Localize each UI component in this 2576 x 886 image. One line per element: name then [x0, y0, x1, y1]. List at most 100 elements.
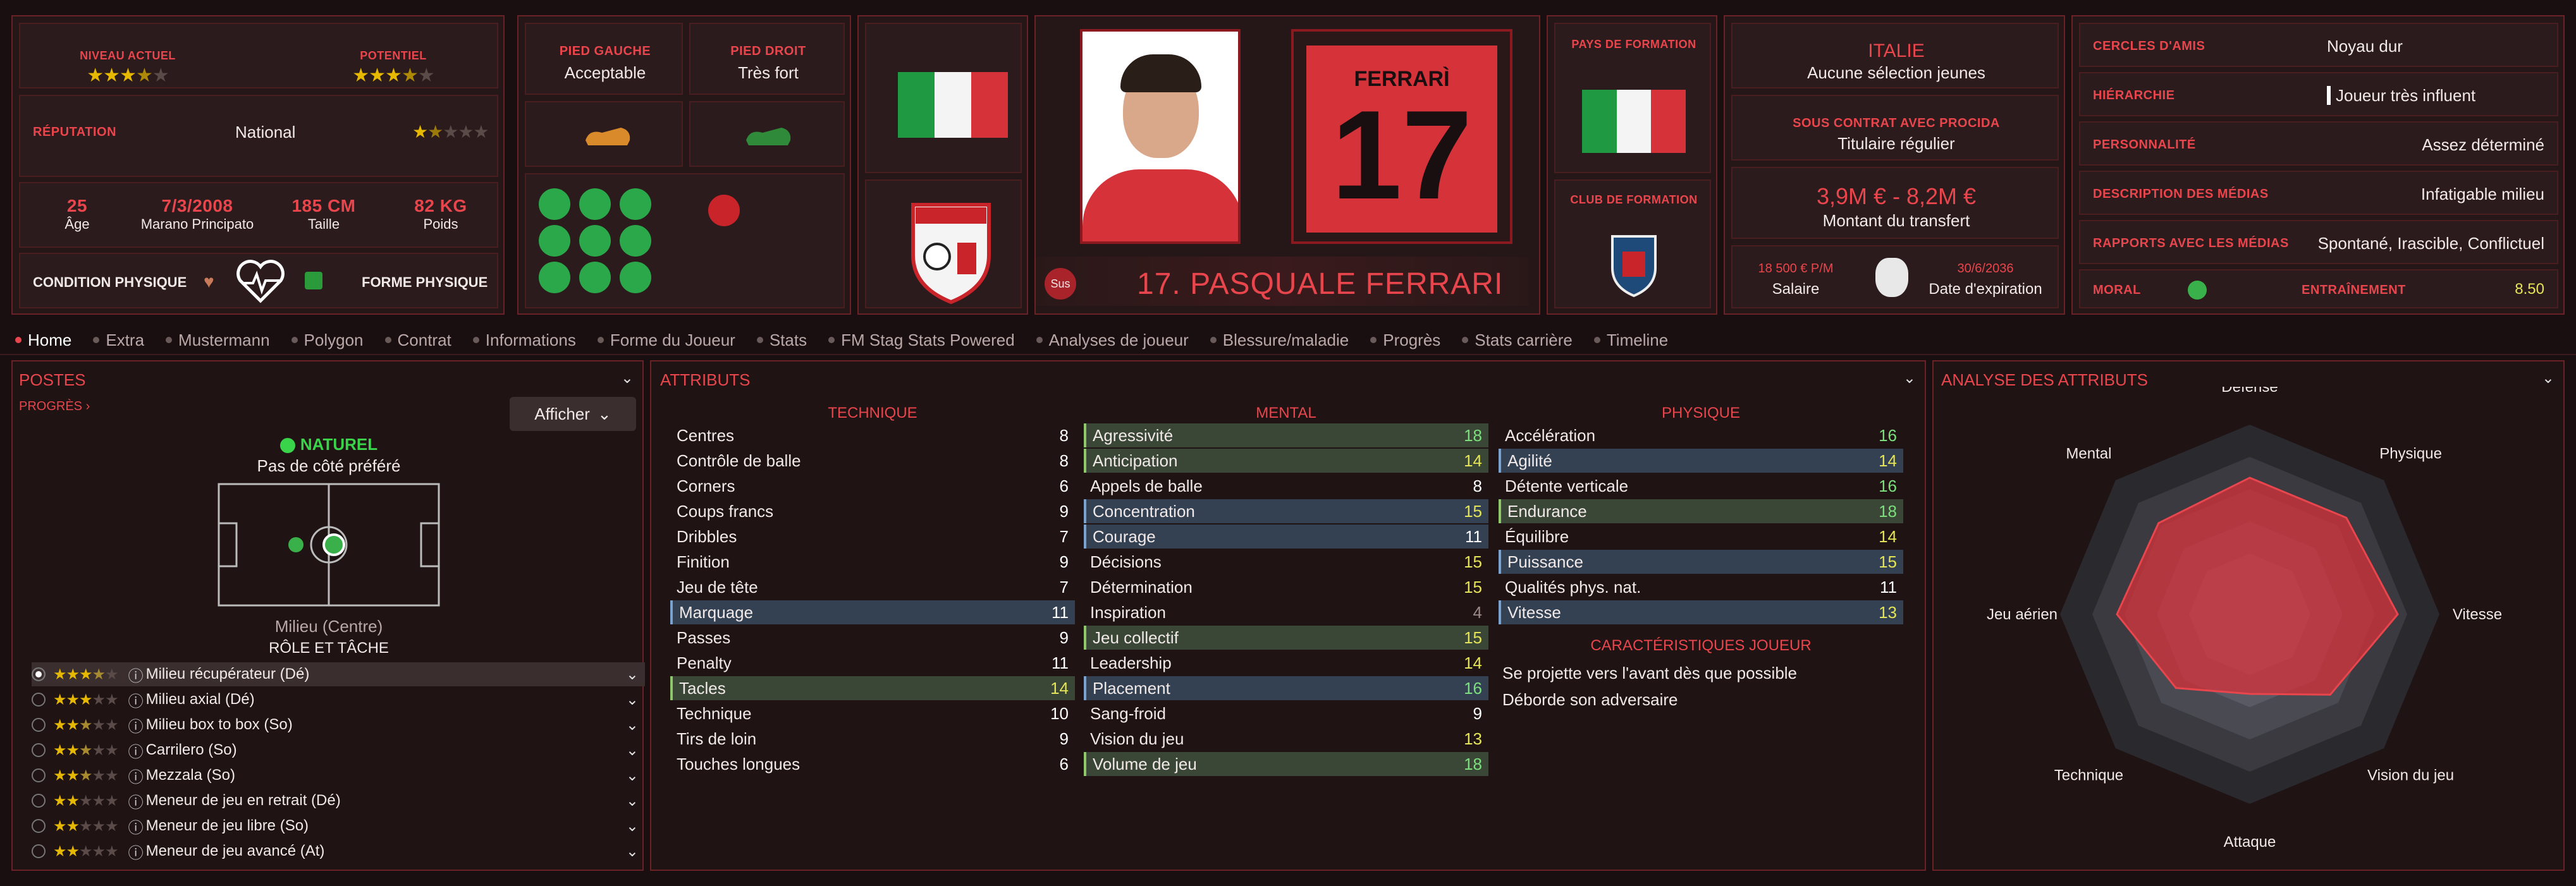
- role-row[interactable]: ★★★★★ ⓘ Milieu axial (Dé) ⌄: [32, 688, 645, 712]
- tab-informations[interactable]: Informations: [472, 331, 576, 350]
- trait-icon[interactable]: [620, 188, 651, 220]
- trait-icon[interactable]: [579, 262, 611, 293]
- attribute-row[interactable]: Volume de jeu 18: [1084, 752, 1488, 776]
- attributs-collapse-icon[interactable]: ⌄: [1903, 369, 1916, 387]
- formation-club-crest-icon[interactable]: [1609, 233, 1659, 298]
- attribute-row[interactable]: Anticipation 14: [1084, 449, 1488, 473]
- info-icon[interactable]: ⓘ: [128, 689, 144, 711]
- trait-icon[interactable]: [539, 262, 570, 293]
- attribute-row[interactable]: Appels de balle 8: [1084, 474, 1488, 498]
- role-row[interactable]: ★★★★★ ⓘ Carrilero (So) ⌄: [32, 738, 645, 762]
- tab-home[interactable]: Home: [15, 331, 71, 350]
- tab-fm-stag-stats-powered[interactable]: FM Stag Stats Powered: [828, 331, 1015, 350]
- club-crest-icon[interactable]: [907, 198, 995, 305]
- attribute-row[interactable]: Agilité 14: [1499, 449, 1903, 473]
- attribute-row[interactable]: Inspiration 4: [1084, 600, 1488, 624]
- attribute-row[interactable]: Marquage 11: [670, 600, 1075, 624]
- attribute-row[interactable]: Tirs de loin 9: [670, 727, 1075, 751]
- radio-icon[interactable]: [32, 768, 46, 782]
- tab-stats[interactable]: Stats: [756, 331, 807, 350]
- chevron-down-icon[interactable]: ⌄: [626, 767, 639, 785]
- tab-extra[interactable]: Extra: [93, 331, 144, 350]
- attribute-row[interactable]: Centres 8: [670, 423, 1075, 447]
- attribute-row[interactable]: Placement 16: [1084, 676, 1488, 700]
- attribute-row[interactable]: Vision du jeu 13: [1084, 727, 1488, 751]
- tab-mustermann[interactable]: Mustermann: [166, 331, 270, 350]
- role-row[interactable]: ★★★★★ ⓘ Mezzala (So) ⌄: [32, 763, 645, 787]
- chevron-down-icon[interactable]: ⌄: [626, 792, 639, 810]
- sus-badge[interactable]: Sus: [1045, 268, 1076, 300]
- chevron-down-icon[interactable]: ⌄: [626, 665, 639, 684]
- attribute-row[interactable]: Équilibre 14: [1499, 525, 1903, 549]
- attribute-row[interactable]: Sang-froid 9: [1084, 701, 1488, 725]
- afficher-button[interactable]: Afficher ⌄: [510, 397, 636, 431]
- trait-icon[interactable]: [579, 188, 611, 220]
- row-media-desc[interactable]: DESCRIPTION DES MÉDIAS Infatigable milie…: [2079, 171, 2558, 215]
- tab-blessure-maladie[interactable]: Blessure/maladie: [1210, 331, 1349, 350]
- trait-icon[interactable]: [620, 225, 651, 257]
- role-row[interactable]: ★★★★★ ⓘ Milieu box to box (So) ⌄: [32, 713, 645, 737]
- pitch-diagram[interactable]: [216, 482, 441, 608]
- row-personality[interactable]: PERSONNALITÉ Assez déterminé: [2079, 121, 2558, 166]
- injury-icon[interactable]: [708, 195, 740, 226]
- row-hierarchy[interactable]: HIÉRARCHIE Joueur très influent: [2079, 72, 2558, 116]
- attribute-row[interactable]: Coups francs 9: [670, 499, 1075, 523]
- tab-progr-s[interactable]: Progrès: [1370, 331, 1440, 350]
- attribute-row[interactable]: Penalty 11: [670, 651, 1075, 675]
- attribute-row[interactable]: Touches longues 6: [670, 752, 1075, 776]
- tab-contrat[interactable]: Contrat: [384, 331, 451, 350]
- trait-icon[interactable]: [539, 225, 570, 257]
- info-icon[interactable]: ⓘ: [128, 714, 144, 736]
- radio-icon[interactable]: [32, 819, 46, 833]
- attribute-row[interactable]: Courage 11: [1084, 525, 1488, 549]
- attribute-row[interactable]: Leadership 14: [1084, 651, 1488, 675]
- trait-icon[interactable]: [539, 188, 570, 220]
- attribute-row[interactable]: Vitesse 13: [1499, 600, 1903, 624]
- attribute-row[interactable]: Concentration 15: [1084, 499, 1488, 523]
- attribute-row[interactable]: Puissance 15: [1499, 550, 1903, 574]
- trait-icon[interactable]: [620, 262, 651, 293]
- radio-icon[interactable]: [32, 743, 46, 757]
- progres-link[interactable]: PROGRÈS ›: [19, 399, 90, 414]
- role-row[interactable]: ★★★★★ ⓘ Meneur de jeu en retrait (Dé) ⌄: [32, 789, 645, 813]
- chevron-down-icon[interactable]: ⌄: [626, 741, 639, 760]
- analyse-collapse-icon[interactable]: ⌄: [2542, 369, 2555, 387]
- info-icon[interactable]: ⓘ: [128, 815, 144, 837]
- radio-icon[interactable]: [32, 794, 46, 808]
- info-icon[interactable]: ⓘ: [128, 739, 144, 762]
- attribute-row[interactable]: Contrôle de balle 8: [670, 449, 1075, 473]
- attribute-row[interactable]: Décisions 15: [1084, 550, 1488, 574]
- postes-collapse-icon[interactable]: ⌄: [621, 369, 634, 387]
- chevron-down-icon[interactable]: ⌄: [626, 817, 639, 835]
- attribute-row[interactable]: Technique 10: [670, 701, 1075, 725]
- attribute-row[interactable]: Détermination 15: [1084, 575, 1488, 599]
- attribute-row[interactable]: Jeu collectif 15: [1084, 626, 1488, 650]
- tab-timeline[interactable]: Timeline: [1593, 331, 1668, 350]
- attribute-row[interactable]: Jeu de tête 7: [670, 575, 1075, 599]
- row-friends[interactable]: CERCLES D'AMIS Noyau dur: [2079, 23, 2558, 67]
- role-row[interactable]: ★★★★★ ⓘ Milieu récupérateur (Dé) ⌄: [32, 662, 645, 686]
- trait-icon[interactable]: [579, 225, 611, 257]
- chevron-down-icon[interactable]: ⌄: [626, 691, 639, 709]
- info-icon[interactable]: ⓘ: [128, 765, 144, 787]
- attribute-row[interactable]: Agressivité 18: [1084, 423, 1488, 447]
- row-media-rel[interactable]: RAPPORTS AVEC LES MÉDIAS Spontané, Irasc…: [2079, 220, 2558, 264]
- attribute-row[interactable]: Finition 9: [670, 550, 1075, 574]
- attribute-row[interactable]: Corners 6: [670, 474, 1075, 498]
- role-row[interactable]: ★★★★★ ⓘ Meneur de jeu avancé (At) ⌄: [32, 839, 645, 863]
- attribute-row[interactable]: Tacles 14: [670, 676, 1075, 700]
- attribute-row[interactable]: Accélération 16: [1499, 423, 1903, 447]
- tab-analyses-de-joueur[interactable]: Analyses de joueur: [1036, 331, 1189, 350]
- info-icon[interactable]: ⓘ: [128, 840, 144, 863]
- row-morale[interactable]: MORAL ENTRAÎNEMENT 8.50: [2079, 269, 2558, 308]
- tab-polygon[interactable]: Polygon: [291, 331, 364, 350]
- radio-icon[interactable]: [32, 844, 46, 858]
- attribute-row[interactable]: Détente verticale 16: [1499, 474, 1903, 498]
- radio-icon[interactable]: [32, 718, 46, 732]
- chevron-down-icon[interactable]: ⌄: [626, 716, 639, 734]
- chevron-down-icon[interactable]: ⌄: [626, 842, 639, 861]
- attribute-row[interactable]: Passes 9: [670, 626, 1075, 650]
- tab-stats-carri-re[interactable]: Stats carrière: [1462, 331, 1573, 350]
- radio-icon[interactable]: [32, 667, 46, 681]
- role-row[interactable]: ★★★★★ ⓘ Meneur de jeu libre (So) ⌄: [32, 814, 645, 838]
